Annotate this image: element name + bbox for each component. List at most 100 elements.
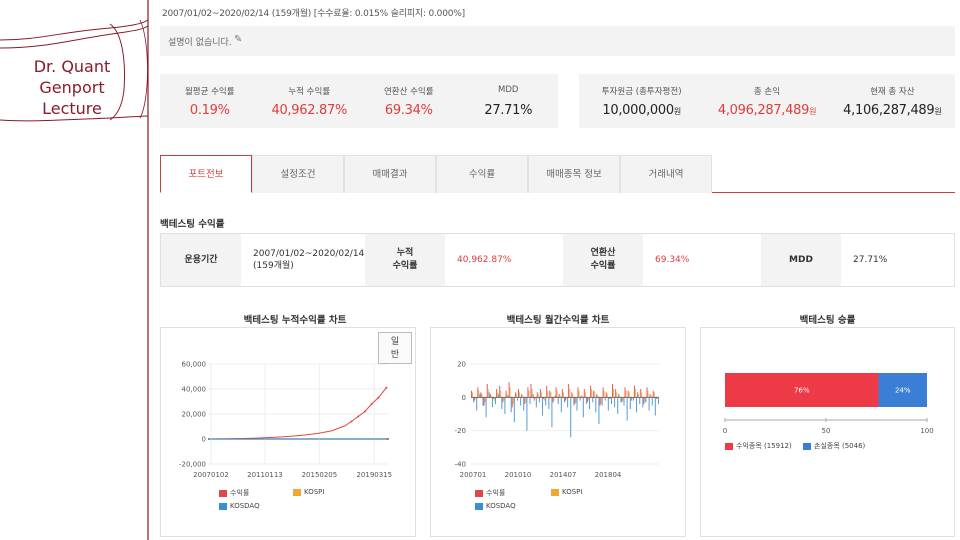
monthly-bar [511, 397, 513, 408]
monthly-bar [647, 390, 649, 398]
monthly-bar [474, 397, 476, 401]
monthly-bar [529, 397, 531, 404]
monthly-bar [481, 394, 483, 398]
section-title: 백테스팅 수익률 [160, 219, 225, 230]
series-line [210, 387, 387, 440]
monthly-bar [548, 397, 550, 409]
monthly-chart-panel: 20 0 -20 -40 200701 201010 201407 201804 수익률 KO… [430, 327, 686, 537]
legend-item-kospi[interactable]: KOSPI [293, 488, 324, 496]
summary-principal: 투자원금 (총투자평전) 10,000,000원 [579, 74, 704, 128]
monthly-bar [519, 392, 521, 398]
monthly-bar [573, 397, 575, 406]
monthly-bar [616, 392, 618, 398]
monthly-bar [622, 397, 624, 401]
monthly-bar [513, 397, 515, 423]
monthly-bar [574, 397, 576, 404]
monthly-bar [503, 397, 505, 401]
description-box: 설명이 없습니다. ✎ [160, 26, 955, 56]
monthly-bar [644, 397, 646, 403]
lecture-title: Dr. Quant Genport Lecture [22, 56, 122, 119]
monthly-bar [633, 385, 635, 398]
zoom-label-line: 일 [390, 337, 400, 347]
monthly-bar [583, 389, 585, 398]
legend-item-returns[interactable]: 수익률 [475, 488, 505, 498]
legend-item-kosdaq[interactable]: KOSDAQ [475, 502, 516, 510]
monthly-bar [642, 397, 644, 408]
legend-label: 수익률 [230, 489, 250, 497]
x-tick-label: 201407 [550, 471, 577, 479]
monthly-bar [566, 397, 568, 399]
monthly-bar [482, 397, 484, 406]
monthly-bar [539, 389, 541, 398]
monthly-bar [517, 397, 519, 401]
monthly-bar [577, 387, 579, 398]
monthly-bar [570, 397, 572, 438]
series-point [377, 396, 380, 399]
tab-trade-results[interactable]: 매매결과 [344, 155, 436, 193]
monthly-bar [625, 390, 627, 398]
tab-portfolio-info[interactable]: 포트전보 [160, 155, 252, 193]
mdd-value: 27.71% [853, 255, 888, 265]
monthly-bar [595, 397, 597, 413]
mdd-label: MDD [761, 234, 841, 286]
monthly-bar [523, 397, 525, 411]
monthly-bar [473, 397, 475, 403]
monthly-bar [620, 397, 622, 403]
winrate-data-label: 76% [794, 387, 810, 395]
legend-swatch [475, 489, 483, 497]
monthly-bar [561, 389, 563, 398]
annualized-label: 연환산 수익률 [563, 234, 643, 286]
tab-returns[interactable]: 수익률 [436, 155, 528, 193]
y-tick-label: 0 [462, 394, 466, 402]
legend-item-returns[interactable]: 수익률 [219, 488, 249, 498]
monthly-bar [605, 392, 607, 398]
legend-item-kosdaq[interactable]: KOSDAQ [219, 502, 260, 510]
legend-item-wins[interactable]: 수익종목 (15912) [725, 441, 792, 451]
monthly-bar [555, 387, 557, 398]
monthly-bar [542, 397, 544, 416]
legend-item-kospi[interactable]: KOSPI [551, 488, 582, 496]
summary-label: 투자원금 (총투자평전) [601, 87, 682, 97]
monthly-bar [535, 397, 537, 408]
legend-item-losses[interactable]: 손실종목 (5046) [803, 441, 865, 451]
monthly-bar [606, 394, 608, 398]
monthly-bar [530, 384, 532, 398]
monthly-bar [654, 397, 656, 416]
monthly-bar [646, 387, 648, 398]
currency-unit: 원 [809, 107, 817, 116]
x-tick-label: 20150205 [302, 471, 338, 479]
monthly-bar [651, 397, 653, 406]
y-tick-label: 0 [202, 436, 206, 444]
series-point [357, 415, 360, 418]
monthly-bar [617, 397, 619, 414]
monthly-bar [612, 384, 614, 398]
legend-label: KOSDAQ [230, 502, 260, 510]
monthly-bar [656, 397, 658, 399]
x-tick-label: 20190315 [356, 471, 392, 479]
summary-value: 40,962.87% [271, 103, 347, 118]
monthly-bar [604, 397, 606, 401]
y-tick-label: -20 [455, 427, 466, 435]
cumulative-label: 누적 수익률 [365, 234, 445, 286]
pencil-icon[interactable]: ✎ [234, 34, 242, 45]
monthly-bar [575, 397, 577, 403]
legend-swatch [219, 489, 227, 497]
monthly-chart: 20 0 -20 -40 200701 201010 201407 201804 [455, 361, 660, 479]
monthly-bar [632, 397, 634, 401]
zoom-button[interactable]: 일 반 [378, 332, 412, 364]
tab-stock-info[interactable]: 매매종목 정보 [528, 155, 620, 193]
tab-settings[interactable]: 설정조건 [252, 155, 344, 193]
x-tick-label: 201804 [595, 471, 622, 479]
cumulative-chart-panel: 60,000 40,000 20,000 0 -20,000 20070102 201101… [160, 327, 416, 537]
monthly-bar [533, 397, 535, 401]
summary-amount: 4,106,287,489 [843, 103, 935, 118]
y-tick-label: 60,000 [182, 361, 207, 369]
summary-total-pnl: 총 손익 4,096,287,489원 [704, 74, 829, 128]
winrate-chart-title: 백테스팅 승률 [799, 315, 856, 326]
monthly-bar [569, 389, 571, 398]
summary-value: 4,096,287,489원 [704, 103, 829, 118]
monthly-bar [558, 394, 560, 398]
lecture-title-line: Dr. Quant [33, 57, 111, 76]
tab-trade-history[interactable]: 거래내역 [620, 155, 712, 193]
monthly-bar [601, 397, 603, 406]
